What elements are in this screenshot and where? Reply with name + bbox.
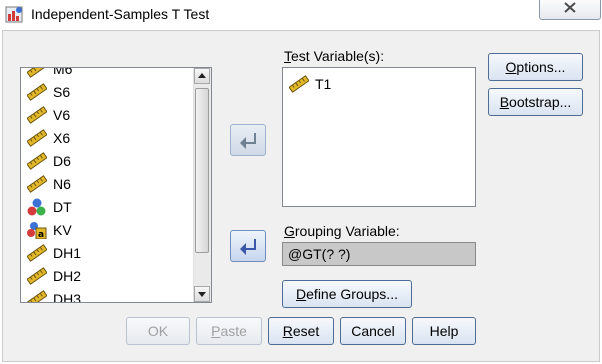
scale-ruler-icon [27, 152, 47, 170]
scale-ruler-icon [27, 83, 47, 101]
scroll-thumb[interactable] [195, 88, 209, 253]
close-icon [564, 2, 576, 13]
list-item[interactable]: DH2 [21, 264, 195, 287]
list-item[interactable]: X6 [21, 126, 195, 149]
variable-label: D6 [53, 153, 71, 169]
scale-ruler-icon [27, 106, 47, 124]
move-right-arrow-icon [240, 133, 256, 149]
variable-label: M6 [53, 67, 73, 77]
list-item[interactable]: D6 [21, 149, 195, 172]
variable-label: V6 [53, 107, 71, 123]
scroll-up-arrow-icon [198, 73, 206, 78]
list-item[interactable]: a KV [21, 218, 195, 241]
variable-label: KV [53, 222, 72, 238]
scale-ruler-icon [27, 68, 47, 78]
options-button[interactable]: Options... [488, 53, 583, 81]
close-button[interactable] [539, 0, 601, 20]
paste-button[interactable]: Paste [196, 317, 262, 345]
list-item[interactable]: DT [21, 195, 195, 218]
scroll-down-arrow-icon [198, 292, 206, 297]
variable-label: X6 [53, 130, 71, 146]
test-variable-items: T1 [283, 72, 473, 95]
variable-label: DT [53, 199, 72, 215]
scale-ruler-icon [27, 175, 47, 193]
scroll-down-button[interactable] [194, 286, 210, 302]
define-groups-button[interactable]: Define Groups... [282, 280, 412, 308]
help-button[interactable]: Help [412, 317, 476, 345]
list-item[interactable]: V6 [21, 103, 195, 126]
variable-label: DH1 [53, 245, 82, 261]
move-to-grouping-button[interactable] [230, 230, 266, 262]
variable-label: T1 [315, 76, 332, 92]
list-item[interactable]: N6 [21, 172, 195, 195]
grouping-variable-field[interactable]: @GT(? ?) [282, 242, 476, 266]
spss-app-icon [5, 6, 23, 23]
test-variables-label: Test Variable(s): [284, 48, 385, 64]
vertical-scrollbar[interactable] [193, 68, 211, 302]
list-item[interactable]: M6 [21, 67, 195, 80]
nominal-string-icon: a [27, 222, 47, 239]
reset-button[interactable]: Reset [268, 317, 334, 345]
source-variable-items: M6 S6 V6 X6 D6 N6 DT a KV DH1 DH2 DH3 [21, 67, 195, 303]
list-item[interactable]: T1 [283, 72, 473, 95]
list-item[interactable]: DH1 [21, 241, 195, 264]
variable-label: DH2 [53, 268, 82, 284]
source-variable-list[interactable]: M6 S6 V6 X6 D6 N6 DT a KV DH1 DH2 DH3 [20, 67, 212, 303]
nominal-circles-icon [27, 198, 46, 216]
variable-label: S6 [53, 84, 71, 100]
scale-ruler-icon [27, 244, 47, 262]
variable-label: DH3 [53, 291, 82, 303]
move-to-test-button[interactable] [230, 124, 266, 156]
scroll-up-button[interactable] [194, 68, 210, 84]
list-item[interactable]: DH3 [21, 287, 195, 303]
ok-button[interactable]: OK [126, 317, 190, 345]
scale-ruler-icon [27, 290, 47, 302]
scale-ruler-icon [289, 75, 309, 93]
window-title: Independent-Samples T Test [31, 6, 210, 22]
variable-label: N6 [53, 176, 71, 192]
move-right-arrow-icon [240, 239, 256, 255]
test-variables-list[interactable]: T1 [282, 67, 476, 207]
scale-ruler-icon [27, 129, 47, 147]
svg-text:a: a [38, 230, 44, 239]
scale-ruler-icon [27, 267, 47, 285]
title-bar: Independent-Samples T Test [0, 0, 602, 30]
grouping-variable-label: Grouping Variable: [284, 223, 400, 239]
cancel-button[interactable]: Cancel [340, 317, 406, 345]
list-item[interactable]: S6 [21, 80, 195, 103]
bootstrap-button[interactable]: Bootstrap... [488, 88, 583, 116]
